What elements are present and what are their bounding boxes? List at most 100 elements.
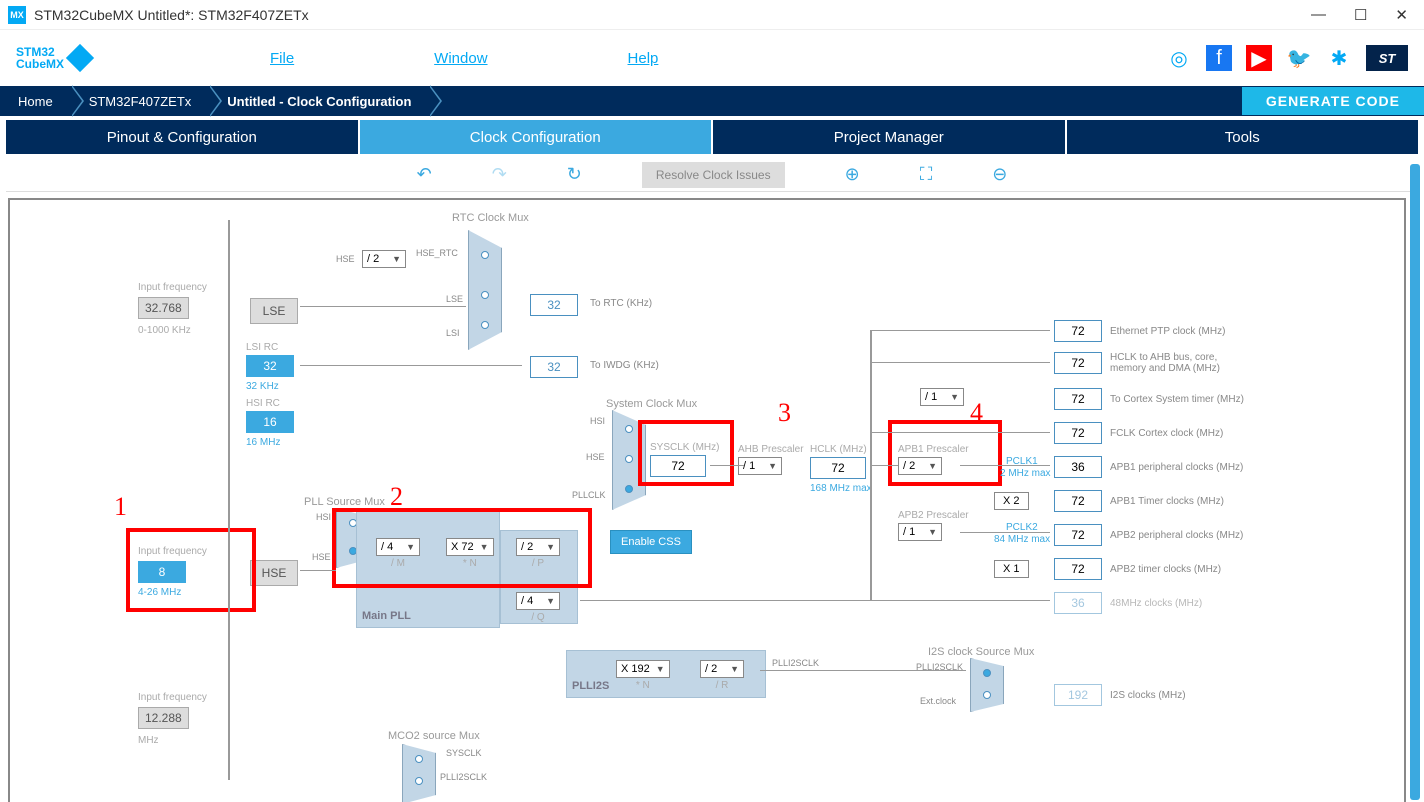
st-logo-icon[interactable]: ST — [1366, 45, 1408, 71]
lsirc-label: LSI RC — [246, 342, 294, 353]
plli2s-r-select[interactable]: / 2▼ — [700, 660, 744, 678]
out-48mhz-value: 36 — [1054, 592, 1102, 614]
badge-icon[interactable]: ◎ — [1166, 45, 1192, 71]
annotation-num-3: 3 — [778, 398, 791, 428]
ahb-prescaler[interactable]: / 1▼ — [738, 457, 782, 475]
lsirc-value: 32 — [246, 355, 294, 377]
facebook-icon[interactable]: f — [1206, 45, 1232, 71]
menu-window[interactable]: Window — [434, 50, 487, 67]
lse-box: LSE — [250, 298, 298, 324]
annotation-box-2 — [332, 508, 592, 588]
out-apb1-periph-label: APB1 peripheral clocks (MHz) — [1110, 462, 1243, 473]
menu-help[interactable]: Help — [628, 50, 659, 67]
annotation-num-4: 4 — [970, 398, 983, 428]
close-icon[interactable]: ✕ — [1395, 6, 1408, 24]
breadcrumb-home[interactable]: Home — [0, 86, 71, 116]
resolve-clock-button[interactable]: Resolve Clock Issues — [642, 162, 785, 188]
apb1-timer-mult: X 2 — [994, 492, 1029, 510]
breadcrumb: Home STM32F407ZETx Untitled - Clock Conf… — [0, 86, 1424, 116]
i2s-in-value: 12.288 — [138, 707, 189, 729]
pll-q-select[interactable]: / 4▼ — [516, 592, 560, 610]
out-eth-label: Ethernet PTP clock (MHz) — [1110, 326, 1225, 337]
menu-file[interactable]: File — [270, 50, 294, 67]
window-title: STM32CubeMX Untitled*: STM32F407ZETx — [34, 7, 1311, 23]
breadcrumb-chip[interactable]: STM32F407ZETx — [71, 86, 210, 116]
rtc-mux-label: RTC Clock Mux — [452, 212, 529, 224]
out-apb1-periph-value: 36 — [1054, 456, 1102, 478]
main-pll-label: Main PLL — [362, 610, 411, 622]
out-apb2-timer-value: 72 — [1054, 558, 1102, 580]
out-cortex-timer-value: 72 — [1054, 388, 1102, 410]
out-apb2-timer-label: APB2 timer clocks (MHz) — [1110, 564, 1221, 575]
minimize-icon[interactable]: — — [1311, 6, 1326, 24]
enable-css-button[interactable]: Enable CSS — [610, 530, 692, 554]
hsirc-value: 16 — [246, 411, 294, 433]
refresh-icon[interactable]: ↻ — [567, 164, 582, 185]
out-cortex-timer-label: To Cortex System timer (MHz) — [1110, 394, 1244, 405]
top-menu: STM32 CubeMX File Window Help ◎ f ▶ 🐦 ✱ … — [0, 30, 1424, 86]
apb2-timer-mult: X 1 — [994, 560, 1029, 578]
hse-box: HSE — [250, 560, 298, 586]
out-ahb-label: HCLK to AHB bus, core, memory and DMA (M… — [1110, 352, 1250, 374]
tab-pinout[interactable]: Pinout & Configuration — [6, 120, 358, 154]
out-ahb-value: 72 — [1054, 352, 1102, 374]
tab-clock[interactable]: Clock Configuration — [360, 120, 712, 154]
out-apb1-timer-value: 72 — [1054, 490, 1102, 512]
mco2-label: MCO2 source Mux — [388, 730, 480, 742]
lse-value: 32.768 — [138, 297, 189, 319]
cortex-timer-divider[interactable]: / 1▼ — [920, 388, 964, 406]
i2s-in-label: Input frequency — [138, 692, 207, 703]
tabs: Pinout & Configuration Clock Configurati… — [6, 120, 1418, 154]
lse-label: Input frequency — [138, 282, 207, 293]
out-i2s-label: I2S clocks (MHz) — [1110, 690, 1186, 701]
toolbar: ↶ ↷ ↻ Resolve Clock Issues ⊕ ⛶ ⊖ — [6, 158, 1418, 192]
i2s-mux[interactable] — [970, 658, 1004, 712]
out-apb2-periph-label: APB2 peripheral clocks (MHz) — [1110, 530, 1243, 541]
sys-mux-label: System Clock Mux — [606, 398, 697, 410]
fullscreen-icon[interactable]: ⛶ — [920, 164, 933, 185]
breadcrumb-page[interactable]: Untitled - Clock Configuration — [209, 86, 429, 116]
i2s-in-units: MHz — [138, 735, 207, 746]
annotation-box-1 — [126, 528, 256, 612]
tab-tools[interactable]: Tools — [1067, 120, 1419, 154]
undo-icon[interactable]: ↶ — [417, 164, 432, 185]
zoom-out-icon[interactable]: ⊖ — [992, 164, 1007, 185]
youtube-icon[interactable]: ▶ — [1246, 45, 1272, 71]
annotation-num-2: 2 — [390, 482, 403, 512]
out-i2s-value: 192 — [1054, 684, 1102, 706]
hse-rtc-divider[interactable]: / 2▼ — [362, 250, 406, 268]
annotation-box-4 — [888, 420, 1002, 486]
tab-project[interactable]: Project Manager — [713, 120, 1065, 154]
annotation-num-1: 1 — [114, 492, 127, 522]
scrollbar-vertical[interactable] — [1410, 164, 1420, 800]
hclk-value[interactable]: 72 — [810, 457, 866, 479]
ahb-label: AHB Prescaler — [738, 444, 804, 455]
out-fclk-label: FCLK Cortex clock (MHz) — [1110, 428, 1223, 439]
iwdg-out-label: To IWDG (KHz) — [590, 360, 659, 371]
rtc-mux[interactable] — [468, 230, 502, 350]
logo: STM32 CubeMX — [16, 46, 90, 70]
share-icon[interactable]: ✱ — [1326, 45, 1352, 71]
rtc-out-value: 32 — [530, 294, 578, 316]
apb2-prescaler[interactable]: / 1▼ — [898, 523, 942, 541]
out-eth-value: 72 — [1054, 320, 1102, 342]
twitter-icon[interactable]: 🐦 — [1286, 45, 1312, 71]
out-apb1-timer-label: APB1 Timer clocks (MHz) — [1110, 496, 1224, 507]
titlebar: MX STM32CubeMX Untitled*: STM32F407ZETx … — [0, 0, 1424, 30]
annotation-box-3 — [638, 420, 734, 486]
mco2-mux[interactable] — [402, 744, 436, 802]
i2s-mux-label: I2S clock Source Mux — [928, 646, 1034, 658]
maximize-icon[interactable]: ☐ — [1354, 6, 1367, 24]
generate-code-button[interactable]: GENERATE CODE — [1242, 87, 1424, 115]
plli2s-n-select[interactable]: X 192▼ — [616, 660, 670, 678]
app-icon: MX — [8, 6, 26, 24]
iwdg-out-value: 32 — [530, 356, 578, 378]
out-fclk-value: 72 — [1054, 422, 1102, 444]
out-48mhz-label: 48MHz clocks (MHz) — [1110, 598, 1202, 609]
hclk-label: HCLK (MHz) — [810, 444, 872, 455]
out-apb2-periph-value: 72 — [1054, 524, 1102, 546]
cube-icon — [66, 44, 94, 72]
clock-diagram: Input frequency 32.768 0-1000 KHz LSE LS… — [8, 198, 1406, 802]
zoom-in-icon[interactable]: ⊕ — [845, 164, 860, 185]
redo-icon[interactable]: ↷ — [492, 164, 507, 185]
